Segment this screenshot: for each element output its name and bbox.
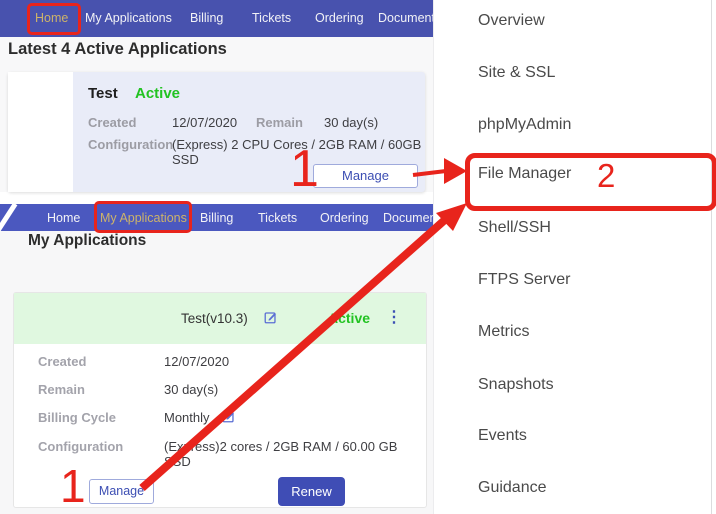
menu-item-shell-ssh[interactable]: Shell/SSH — [478, 219, 551, 237]
menu-item-overview[interactable]: Overview — [478, 12, 545, 30]
remain-label: Remain — [256, 115, 303, 130]
billing-cycle-label: Billing Cycle — [38, 410, 116, 425]
top-navbar: Home My Applications Billing Tickets Ord… — [0, 0, 433, 37]
tutorial-page: Home My Applications Billing Tickets Ord… — [0, 0, 716, 514]
manage-button[interactable]: Manage — [89, 479, 154, 504]
status-badge: Active — [328, 310, 370, 326]
application-card-detail: Test(v10.3) Active ⋮ Created 12/07/2020 … — [13, 292, 427, 508]
nav-my-applications[interactable]: My Applications — [85, 11, 172, 25]
edit-billing-cycle-icon[interactable] — [222, 410, 235, 428]
menu-item-ftps-server[interactable]: FTPS Server — [478, 271, 570, 289]
menu-item-events[interactable]: Events — [478, 427, 527, 445]
application-title: Test(v10.3) — [181, 311, 248, 326]
menu-item-site-ssl[interactable]: Site & SSL — [478, 64, 555, 82]
application-name: Test — [88, 85, 118, 102]
remain-value: 30 day(s) — [324, 115, 378, 130]
nav-my-applications[interactable]: My Applications — [100, 211, 187, 225]
configuration-value: (Express) 2 CPU Cores / 2GB RAM / 60GB S… — [172, 137, 425, 167]
menu-item-metrics[interactable]: Metrics — [478, 323, 530, 341]
nav-home[interactable]: Home — [35, 11, 68, 25]
nav-billing[interactable]: Billing — [190, 11, 223, 25]
configuration-value: (Express)2 cores / 2GB RAM / 60.00 GB SS… — [164, 439, 426, 469]
nav-ordering[interactable]: Ordering — [320, 211, 369, 225]
manage-button[interactable]: Manage — [313, 164, 418, 188]
panel-right-border — [711, 0, 712, 514]
menu-item-snapshots[interactable]: Snapshots — [478, 376, 554, 394]
menu-item-file-manager[interactable]: File Manager — [478, 165, 571, 183]
created-value: 12/07/2020 — [164, 354, 229, 369]
more-options-icon[interactable]: ⋮ — [386, 307, 402, 327]
status-badge: Active — [135, 85, 180, 102]
application-card-summary: Test Active Created 12/07/2020 Remain 30… — [8, 72, 425, 192]
edit-name-icon[interactable] — [264, 311, 277, 329]
bottom-navbar: Home My Applications Billing Tickets Ord… — [0, 204, 433, 231]
menu-item-guidance[interactable]: Guidance — [478, 479, 547, 497]
application-logo-placeholder — [8, 72, 73, 192]
nav-tickets[interactable]: Tickets — [252, 11, 291, 25]
menu-item-phpmyadmin[interactable]: phpMyAdmin — [478, 116, 571, 134]
nav-tickets[interactable]: Tickets — [258, 211, 297, 225]
latest-applications-heading: Latest 4 Active Applications — [8, 40, 227, 59]
created-value: 12/07/2020 — [172, 115, 237, 130]
my-applications-heading: My Applications — [28, 232, 146, 250]
created-label: Created — [88, 115, 136, 130]
remain-label: Remain — [38, 382, 85, 397]
remain-value: 30 day(s) — [164, 382, 218, 397]
configuration-label: Configuration — [88, 137, 173, 152]
nav-home[interactable]: Home — [47, 211, 80, 225]
nav-billing[interactable]: Billing — [200, 211, 233, 225]
renew-button[interactable]: Renew — [278, 477, 345, 506]
app-side-menu: Overview Site & SSL phpMyAdmin File Mana… — [433, 0, 716, 514]
configuration-label: Configuration — [38, 439, 123, 454]
created-label: Created — [38, 354, 86, 369]
nav-ordering[interactable]: Ordering — [315, 11, 364, 25]
billing-cycle-value: Monthly — [164, 410, 210, 425]
